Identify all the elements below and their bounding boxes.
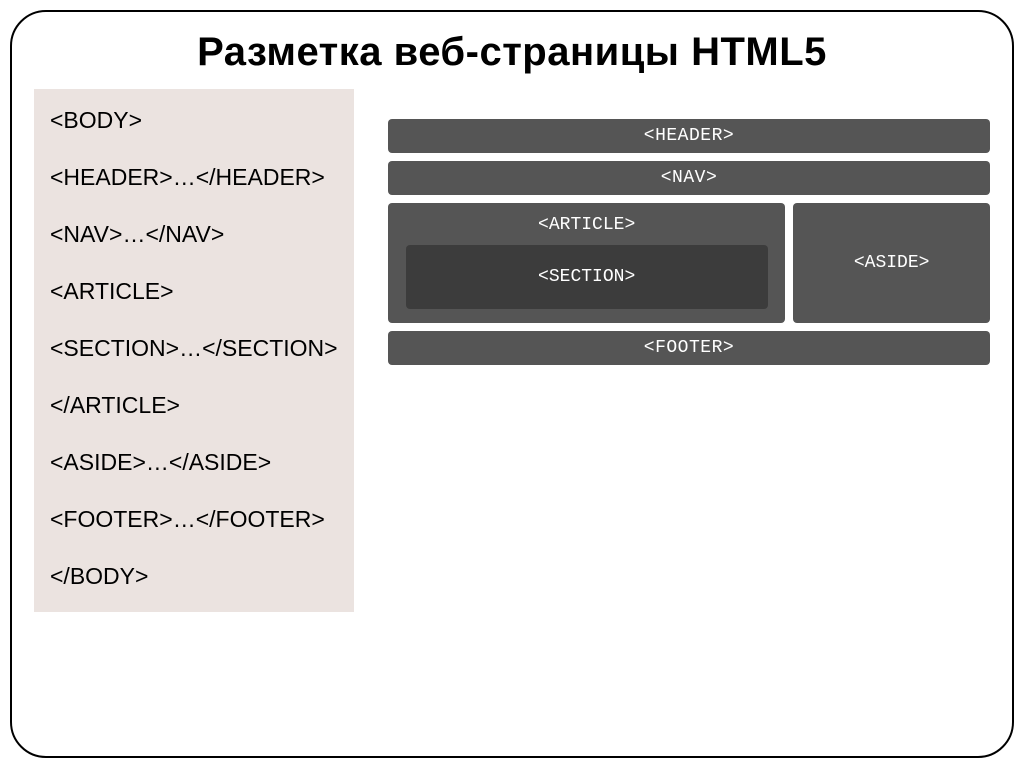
diagram-aside-box: <ASIDE>: [793, 203, 990, 323]
code-line-article-open: <ARTICLE>: [50, 278, 338, 305]
slide-frame: Разметка веб-страницы HTML5 <BODY> <HEAD…: [10, 10, 1014, 758]
code-line-section: <SECTION>…</SECTION>: [50, 335, 338, 362]
code-listing: <BODY> <HEADER>…</HEADER> <NAV>…</NAV> <…: [34, 89, 354, 612]
diagram-section-box: <SECTION>: [406, 245, 768, 309]
slide-title: Разметка веб-страницы HTML5: [34, 30, 990, 75]
code-line-footer: <FOOTER>…</FOOTER>: [50, 506, 338, 533]
diagram-nav-box: <NAV>: [388, 161, 990, 195]
code-line-body-open: <BODY>: [50, 107, 338, 134]
diagram-article-box: <ARTICLE> <SECTION>: [388, 203, 785, 323]
layout-diagram: <HEADER> <NAV> <ARTICLE> <SECTION> <ASID…: [388, 89, 990, 373]
diagram-header-box: <HEADER>: [388, 119, 990, 153]
code-line-body-close: </BODY>: [50, 563, 338, 590]
code-line-nav: <NAV>…</NAV>: [50, 221, 338, 248]
code-line-aside: <ASIDE>…</ASIDE>: [50, 449, 338, 476]
code-line-header: <HEADER>…</HEADER>: [50, 164, 338, 191]
code-line-article-close: </ARTICLE>: [50, 392, 338, 419]
diagram-footer-box: <FOOTER>: [388, 331, 990, 365]
diagram-middle-row: <ARTICLE> <SECTION> <ASIDE>: [388, 203, 990, 323]
diagram-article-label: <ARTICLE>: [538, 215, 635, 235]
slide-content: <BODY> <HEADER>…</HEADER> <NAV>…</NAV> <…: [34, 89, 990, 612]
